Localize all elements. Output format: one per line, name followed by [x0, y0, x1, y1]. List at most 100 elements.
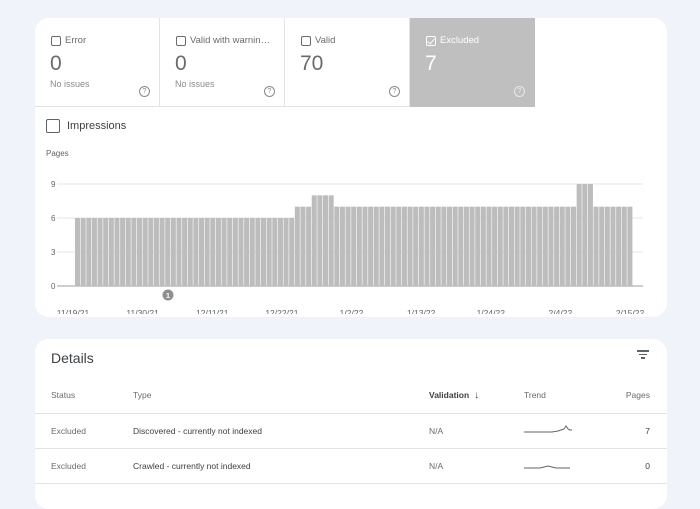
chart-bar[interactable] — [153, 218, 159, 286]
chart-bar[interactable] — [469, 206, 475, 286]
chart-bar[interactable] — [554, 206, 560, 286]
chart-bar[interactable] — [593, 206, 599, 286]
chart-bar[interactable] — [492, 206, 498, 286]
chart-bar[interactable] — [323, 195, 329, 286]
chart-bar[interactable] — [199, 218, 205, 286]
chart-bar[interactable] — [480, 206, 486, 286]
tile-error[interactable]: Error 0 No issues ? — [35, 18, 160, 107]
chart-bar[interactable] — [165, 218, 171, 286]
table-row[interactable]: Excluded Discovered - currently not inde… — [35, 414, 667, 449]
chart-bar[interactable] — [249, 218, 255, 286]
chart-bar[interactable] — [520, 206, 526, 286]
chart-bar[interactable] — [187, 218, 193, 286]
chart-bar[interactable] — [385, 206, 391, 286]
chart-bar[interactable] — [345, 206, 351, 286]
chart-bar[interactable] — [537, 206, 543, 286]
chart-bar[interactable] — [525, 206, 531, 286]
chart-bar[interactable] — [458, 206, 464, 286]
chart-bar[interactable] — [418, 206, 424, 286]
chart-bar[interactable] — [514, 206, 520, 286]
chart-bar[interactable] — [396, 206, 402, 286]
chart-bar[interactable] — [182, 218, 188, 286]
help-icon[interactable]: ? — [389, 86, 400, 97]
chart-bar[interactable] — [362, 206, 368, 286]
table-row[interactable]: Excluded Crawled - currently not indexed… — [35, 449, 667, 484]
chart-bar[interactable] — [91, 218, 97, 286]
col-validation[interactable]: Validation ↓ — [429, 390, 479, 401]
chart-bar[interactable] — [407, 206, 413, 286]
error-checkbox-icon[interactable] — [51, 36, 61, 46]
chart-bar[interactable] — [424, 206, 430, 286]
chart-bar[interactable] — [565, 206, 571, 286]
chart-bar[interactable] — [447, 206, 453, 286]
chart-bar[interactable] — [159, 218, 165, 286]
tile-valid-with-warnings[interactable]: Valid with warnin… 0 No issues ? — [160, 18, 285, 107]
chart-bar[interactable] — [509, 206, 515, 286]
chart-bar[interactable] — [413, 206, 419, 286]
help-icon[interactable]: ? — [139, 86, 150, 97]
chart-bar[interactable] — [283, 218, 289, 286]
chart-bar[interactable] — [430, 206, 436, 286]
chart-bar[interactable] — [75, 218, 81, 286]
chart-bar[interactable] — [351, 206, 357, 286]
chart-bar[interactable] — [475, 206, 481, 286]
warnings-checkbox-icon[interactable] — [176, 36, 186, 46]
chart-bar[interactable] — [244, 218, 250, 286]
chart-bar[interactable] — [486, 206, 492, 286]
chart-bar[interactable] — [142, 218, 148, 286]
chart-bar[interactable] — [328, 195, 334, 286]
chart-bar[interactable] — [210, 218, 216, 286]
chart-bar[interactable] — [452, 206, 458, 286]
chart-bar[interactable] — [221, 218, 227, 286]
chart-bar[interactable] — [255, 218, 261, 286]
chart-bar[interactable] — [261, 218, 267, 286]
chart-bar[interactable] — [356, 206, 362, 286]
chart-bar[interactable] — [311, 195, 317, 286]
chart-bar[interactable] — [300, 206, 306, 286]
chart-bar[interactable] — [103, 218, 109, 286]
chart-bar[interactable] — [108, 218, 114, 286]
chart-bar[interactable] — [238, 218, 244, 286]
chart-bar[interactable] — [125, 218, 131, 286]
chart-bar[interactable] — [582, 184, 588, 286]
help-icon[interactable]: ? — [264, 86, 275, 97]
valid-checkbox-icon[interactable] — [301, 36, 311, 46]
chart-bar[interactable] — [137, 218, 143, 286]
impressions-toggle[interactable]: Impressions — [46, 119, 126, 133]
chart-bar[interactable] — [621, 206, 627, 286]
chart-bar[interactable] — [176, 218, 182, 286]
chart-bar[interactable] — [339, 206, 345, 286]
chart-bar[interactable] — [503, 206, 509, 286]
col-pages[interactable]: Pages — [626, 390, 650, 400]
chart-bar[interactable] — [390, 206, 396, 286]
filter-icon[interactable] — [637, 350, 649, 360]
chart-bar[interactable] — [294, 206, 300, 286]
chart-bar[interactable] — [193, 218, 199, 286]
chart-bar[interactable] — [627, 206, 633, 286]
tile-excluded[interactable]: Excluded 7 ? — [410, 18, 535, 107]
chart-bar[interactable] — [272, 218, 278, 286]
chart-bar[interactable] — [114, 218, 120, 286]
chart-bar[interactable] — [227, 218, 233, 286]
col-type[interactable]: Type — [133, 390, 151, 400]
chart-bar[interactable] — [604, 206, 610, 286]
chart-bar[interactable] — [571, 206, 577, 286]
chart-bar[interactable] — [441, 206, 447, 286]
chart-bar[interactable] — [120, 218, 126, 286]
chart-bar[interactable] — [277, 218, 283, 286]
chart-bar[interactable] — [306, 206, 312, 286]
chart-bar[interactable] — [204, 218, 210, 286]
chart-bar[interactable] — [435, 206, 441, 286]
chart-bar[interactable] — [610, 206, 616, 286]
chart-bar[interactable] — [463, 206, 469, 286]
chart-bar[interactable] — [368, 206, 374, 286]
chart-bar[interactable] — [131, 218, 137, 286]
chart-bar[interactable] — [317, 195, 323, 286]
chart-bar[interactable] — [599, 206, 605, 286]
chart-bar[interactable] — [373, 206, 379, 286]
chart-bar[interactable] — [170, 218, 176, 286]
chart-bar[interactable] — [232, 218, 238, 286]
help-icon[interactable]: ? — [514, 86, 525, 97]
chart-bar[interactable] — [548, 206, 554, 286]
chart-bar[interactable] — [97, 218, 103, 286]
